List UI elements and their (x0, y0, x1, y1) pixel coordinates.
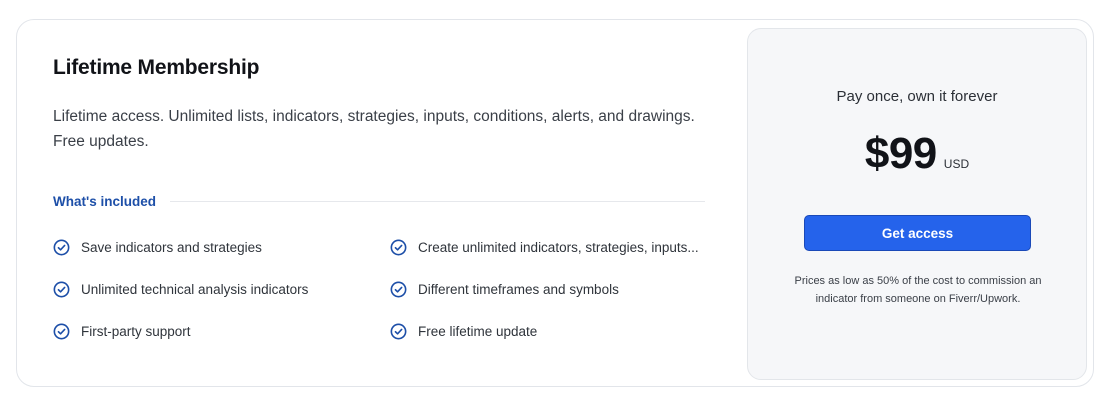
feature-item: First-party support (53, 322, 390, 340)
price-amount: $99 (864, 129, 937, 178)
membership-details: Lifetime Membership Lifetime access. Unl… (53, 20, 705, 386)
check-circle-icon (53, 239, 70, 255)
feature-item: Save indicators and strategies (53, 238, 390, 256)
check-circle-icon (53, 281, 70, 297)
price-currency: USD (943, 157, 970, 171)
pricing-panel: Pay once, own it forever $99 USD Get acc… (747, 28, 1087, 380)
membership-description: Lifetime access. Unlimited lists, indica… (53, 108, 695, 150)
pricing-tagline: Pay once, own it forever (836, 88, 998, 105)
feature-text: Create unlimited indicators, strategies,… (418, 239, 699, 255)
pricing-note: Prices as low as 50% of the cost to comm… (794, 275, 1042, 305)
membership-title: Lifetime Membership (53, 56, 260, 79)
check-circle-icon (390, 323, 407, 339)
feature-text: Free lifetime update (418, 323, 538, 339)
check-circle-icon (53, 323, 70, 339)
feature-text: Different timeframes and symbols (418, 281, 619, 297)
included-header: What's included (53, 192, 705, 210)
feature-item: Different timeframes and symbols (390, 280, 705, 298)
included-label: What's included (53, 193, 156, 209)
check-circle-icon (390, 239, 407, 255)
feature-list: Save indicators and strategies Create un… (53, 238, 705, 340)
feature-item: Unlimited technical analysis indicators (53, 280, 390, 298)
check-circle-icon (390, 281, 407, 297)
get-access-button[interactable]: Get access (804, 215, 1031, 251)
price-row: $99 USD (748, 129, 1086, 179)
feature-item: Create unlimited indicators, strategies,… (390, 238, 705, 256)
feature-item: Free lifetime update (390, 322, 705, 340)
feature-text: Save indicators and strategies (81, 239, 262, 255)
feature-text: First-party support (81, 323, 191, 339)
membership-card: Lifetime Membership Lifetime access. Unl… (16, 19, 1094, 387)
included-divider (169, 200, 705, 202)
feature-text: Unlimited technical analysis indicators (81, 281, 309, 297)
